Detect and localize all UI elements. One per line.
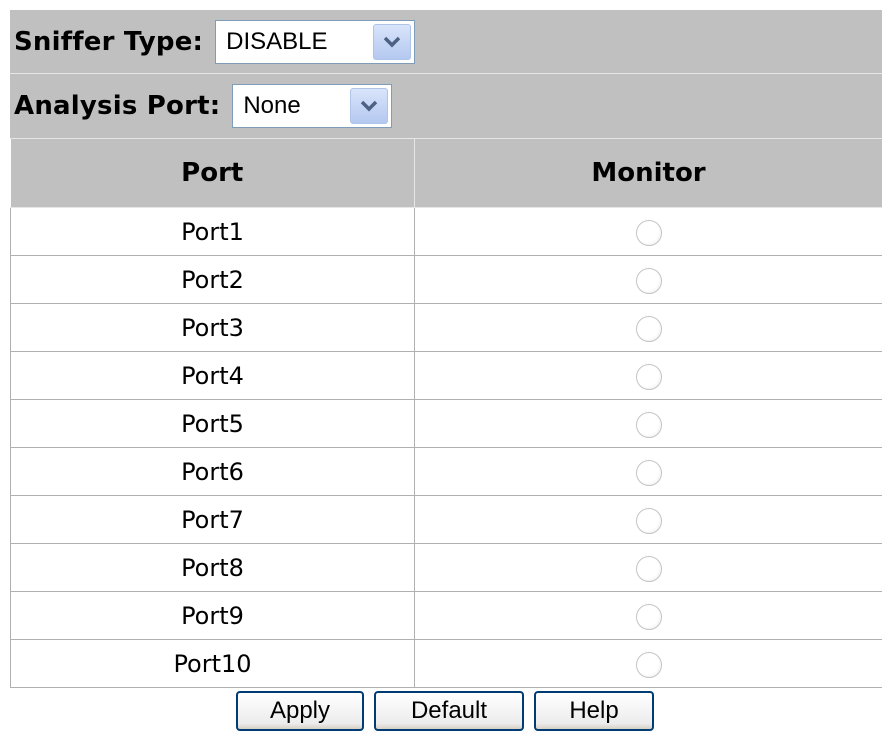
table-row: Port4 <box>10 351 882 400</box>
table-row: Port7 <box>10 495 882 544</box>
port-name-cell: Port1 <box>10 207 415 256</box>
port-name-cell: Port9 <box>10 591 415 640</box>
sniffer-type-select[interactable]: DISABLE <box>215 19 416 64</box>
help-button[interactable]: Help <box>534 691 654 731</box>
port-name-cell: Port10 <box>10 639 415 688</box>
monitor-cell <box>414 591 882 640</box>
table-row: Port6 <box>10 447 882 496</box>
table-row: Port2 <box>10 255 882 304</box>
action-buttons: Apply Default Help <box>236 691 882 731</box>
analysis-port-label: Analysis Port: <box>14 91 221 121</box>
monitor-radio[interactable] <box>635 315 662 342</box>
monitor-radio[interactable] <box>635 651 662 678</box>
monitor-cell <box>414 543 882 592</box>
monitor-radio[interactable] <box>635 459 662 486</box>
analysis-port-value: None <box>243 92 301 119</box>
port-mirroring-panel: Sniffer Type: DISABLE Analysis Port: Non… <box>10 10 882 731</box>
port-monitor-table: Port Monitor Port1 Port2 Port3 Port4 Port5 Po… <box>10 139 882 688</box>
chevron-down-icon[interactable] <box>350 88 389 124</box>
monitor-cell <box>414 495 882 544</box>
monitor-radio[interactable] <box>635 507 662 534</box>
apply-button[interactable]: Apply <box>236 691 364 731</box>
table-row: Port10 <box>10 639 882 688</box>
default-button[interactable]: Default <box>374 691 524 731</box>
port-name-cell: Port8 <box>10 543 415 592</box>
monitor-radio[interactable] <box>635 603 662 630</box>
port-name-cell: Port5 <box>10 399 415 448</box>
sniffer-type-value: DISABLE <box>226 27 328 55</box>
monitor-radio[interactable] <box>635 267 662 294</box>
port-name-cell: Port6 <box>10 447 415 496</box>
analysis-port-row: Analysis Port: None <box>10 74 882 139</box>
sniffer-type-label: Sniffer Type: <box>14 26 204 57</box>
monitor-radio[interactable] <box>635 219 662 246</box>
monitor-radio[interactable] <box>635 363 662 390</box>
port-name-cell: Port3 <box>10 303 415 352</box>
monitor-cell <box>414 207 882 256</box>
monitor-column-header: Monitor <box>414 139 882 208</box>
port-column-header: Port <box>10 139 415 208</box>
table-row: Port1 <box>10 207 882 256</box>
table-row: Port3 <box>10 303 882 352</box>
table-row: Port8 <box>10 543 882 592</box>
sniffer-type-row: Sniffer Type: DISABLE <box>10 10 882 74</box>
analysis-port-select[interactable]: None <box>232 84 393 128</box>
port-name-cell: Port7 <box>10 495 415 544</box>
monitor-cell <box>414 447 882 496</box>
table-header-row: Port Monitor <box>10 139 882 208</box>
monitor-cell <box>414 351 882 400</box>
table-row: Port9 <box>10 591 882 640</box>
monitor-cell <box>414 303 882 352</box>
monitor-cell <box>414 255 882 304</box>
table-row: Port5 <box>10 399 882 448</box>
monitor-cell <box>414 399 882 448</box>
port-name-cell: Port4 <box>10 351 415 400</box>
port-name-cell: Port2 <box>10 255 415 304</box>
monitor-cell <box>414 639 882 688</box>
monitor-radio[interactable] <box>635 411 662 438</box>
monitor-radio[interactable] <box>635 555 662 582</box>
chevron-down-icon[interactable] <box>373 23 412 60</box>
